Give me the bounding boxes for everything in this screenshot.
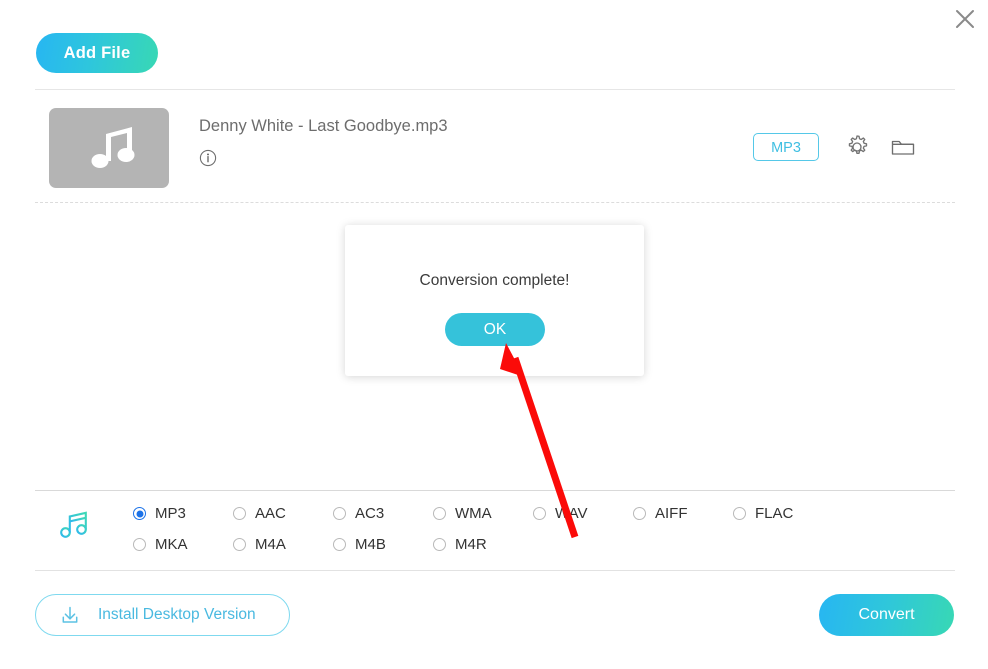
dialog-ok-button[interactable]: OK [445,313,545,346]
format-radio-row-2: MKA M4A M4B M4R [133,529,833,560]
format-label: AC3 [355,505,385,522]
dialog-message: Conversion complete! [419,272,570,289]
radio-indicator [133,538,146,551]
format-label: M4R [455,536,487,553]
radio-indicator [233,538,246,551]
close-window-button[interactable] [950,4,980,34]
format-radio-m4a[interactable]: M4A [233,536,333,553]
format-radio-aac[interactable]: AAC [233,505,333,522]
divider-format-top [35,490,955,491]
divider-footer [35,570,955,571]
format-label: M4A [255,536,286,553]
info-icon [199,149,217,167]
file-name-label: Denny White - Last Goodbye.mp3 [199,117,448,135]
install-desktop-version-button[interactable]: Install Desktop Version [35,594,290,636]
gear-icon [848,135,868,155]
format-label: FLAC [755,505,794,522]
open-folder-button[interactable] [888,132,918,162]
add-file-button[interactable]: Add File [36,33,158,73]
radio-indicator [733,507,746,520]
format-radio-m4b[interactable]: M4B [333,536,433,553]
format-radio-ac3[interactable]: AC3 [333,505,433,522]
format-radio-flac[interactable]: FLAC [733,505,833,522]
format-label: WMA [455,505,492,522]
format-radio-aiff[interactable]: AIFF [633,505,733,522]
format-label: AIFF [655,505,688,522]
file-info-button[interactable] [199,149,217,167]
radio-indicator [133,507,146,520]
divider-file-row [35,202,955,203]
music-note-icon [91,127,135,168]
file-list-row: Denny White - Last Goodbye.mp3 MP3 [0,102,988,196]
file-thumbnail [49,108,169,188]
format-label: AAC [255,505,286,522]
format-radio-wav[interactable]: WAV [533,505,633,522]
convert-button[interactable]: Convert [819,594,954,636]
close-icon [956,10,974,28]
format-radio-grid: MP3 AAC AC3 WMA WAV AIFF FLAC MKA M4A M4… [133,498,833,560]
output-format-chip[interactable]: MP3 [753,133,819,161]
audio-format-icon [56,503,98,545]
divider-top [35,89,955,90]
install-desktop-version-label: Install Desktop Version [98,606,256,623]
format-label: WAV [555,505,588,522]
format-label: MKA [155,536,188,553]
folder-icon [891,140,915,155]
format-radio-mp3[interactable]: MP3 [133,505,233,522]
radio-indicator [233,507,246,520]
download-icon [57,602,83,628]
format-selection-panel: MP3 AAC AC3 WMA WAV AIFF FLAC MKA M4A M4… [0,492,988,570]
radio-indicator [333,538,346,551]
conversion-complete-dialog: Conversion complete! OK [345,225,644,376]
radio-indicator [633,507,646,520]
file-settings-button[interactable] [842,132,872,162]
music-note-icon [60,511,87,538]
radio-indicator [433,507,446,520]
format-radio-mka[interactable]: MKA [133,536,233,553]
format-label: M4B [355,536,386,553]
radio-indicator [333,507,346,520]
format-radio-row-1: MP3 AAC AC3 WMA WAV AIFF FLAC [133,498,833,529]
radio-indicator [433,538,446,551]
format-radio-m4r[interactable]: M4R [433,536,533,553]
format-radio-wma[interactable]: WMA [433,505,533,522]
format-label: MP3 [155,505,186,522]
radio-indicator [533,507,546,520]
